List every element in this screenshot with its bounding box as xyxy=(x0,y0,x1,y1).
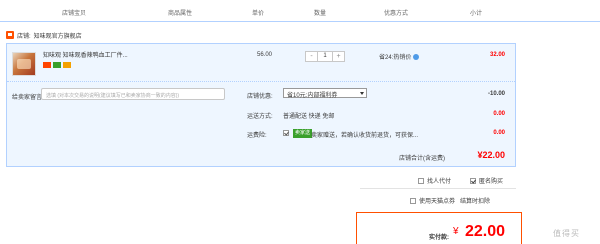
coupon-select[interactable]: 省10元:内部福利券 xyxy=(283,88,367,99)
tmall-points-checkbox[interactable] xyxy=(410,197,416,204)
proxy-pay-label: 找人代付 xyxy=(427,179,452,185)
shop-icon xyxy=(6,31,14,39)
coupon-selected-value: 省10元:内部福利券 xyxy=(287,93,338,99)
col-shop-item: 店铺宝贝 xyxy=(62,11,87,17)
shipping-method: 普通配送 快递 免邮 xyxy=(283,114,335,120)
quantity-stepper: - 1 + xyxy=(305,51,345,62)
item-subtotal: 32.00 xyxy=(489,52,505,58)
col-discount: 优惠方式 xyxy=(384,11,409,17)
badge-icon-2 xyxy=(53,62,61,68)
order-box: 知味观 知味观香辣鸭血工厂件... 56.00 - 1 + 省24:热销价 32… xyxy=(6,43,516,167)
qty-plus-button[interactable]: + xyxy=(333,52,344,61)
insurance-label: 运费险: xyxy=(247,133,267,139)
shop-bar: 店铺: 知味观官方旗舰店 xyxy=(6,29,82,41)
product-badges xyxy=(43,62,71,68)
shop-total-label: 店铺合计(含运费) xyxy=(399,156,445,162)
item-row: 知味观 知味观香辣鸭血工厂件... 56.00 - 1 + 省24:热销价 32… xyxy=(7,44,515,82)
settle-deduct-text: 结算时扣除 xyxy=(460,199,491,205)
shop-name-link[interactable]: 知味观官方旗舰店 xyxy=(34,31,82,40)
unit-price: 56.00 xyxy=(257,52,273,58)
table-header: 店铺宝贝 商品属性 单价 数量 优惠方式 小计 xyxy=(0,0,600,22)
message-input[interactable]: 选填 (对本次交易的说明(建议填写已和卖家协商一致的内容)) xyxy=(41,88,225,100)
badge-icon-3 xyxy=(63,62,71,68)
col-unit-price: 单价 xyxy=(252,11,265,17)
shop-label: 店铺: xyxy=(17,33,31,40)
insurance-checkbox[interactable] xyxy=(283,130,289,136)
anonymous-checkbox[interactable] xyxy=(470,177,476,184)
pay-label: 实付款: xyxy=(429,235,449,241)
qty-input[interactable]: 1 xyxy=(317,52,333,61)
pay-summary-box: 实付款: ¥ 22.00 xyxy=(356,212,522,244)
anonymous-option[interactable]: 匿名购买 xyxy=(470,176,503,185)
tmall-points-option[interactable]: 使用天猫点券 xyxy=(410,196,455,205)
watermark-logo: 值得买 xyxy=(553,229,580,238)
col-attributes: 商品属性 xyxy=(168,11,193,17)
pay-total: 22.00 xyxy=(465,223,506,240)
col-subtotal: 小计 xyxy=(470,11,483,17)
anonymous-label: 匿名购买 xyxy=(479,179,504,185)
shipping-label: 运送方式: xyxy=(247,114,273,120)
divider xyxy=(360,188,516,189)
chevron-down-icon xyxy=(360,92,364,95)
proxy-pay-option[interactable]: 找人代付 xyxy=(418,176,451,185)
col-quantity: 数量 xyxy=(314,11,327,17)
coupon-label: 店铺优惠: xyxy=(247,94,273,100)
insurance-badge: 卖家送 xyxy=(293,129,313,138)
proxy-pay-checkbox[interactable] xyxy=(418,177,424,184)
product-thumbnail[interactable] xyxy=(12,52,36,76)
qty-minus-button[interactable]: - xyxy=(306,52,317,61)
product-title-link[interactable]: 知味观 知味观香辣鸭血工厂件... xyxy=(43,52,163,60)
discount-text: 省24:热销价 xyxy=(379,55,412,61)
pay-currency: ¥ xyxy=(453,226,459,237)
insurance-text: 卖家赠送，若确认收货前退货，可获保... xyxy=(311,133,419,139)
shop-total-value: ¥22.00 xyxy=(477,150,505,160)
badge-icon-1 xyxy=(43,62,51,68)
message-label: 给卖家留言: xyxy=(12,95,44,101)
tmall-points-label: 使用天猫点券 xyxy=(419,199,456,205)
info-icon[interactable] xyxy=(413,53,420,60)
coupon-value: -10.00 xyxy=(487,91,505,97)
shipping-value: 0.00 xyxy=(493,111,505,117)
discount-info: 省24:热销价 xyxy=(379,52,420,61)
insurance-value: 0.00 xyxy=(493,130,505,136)
